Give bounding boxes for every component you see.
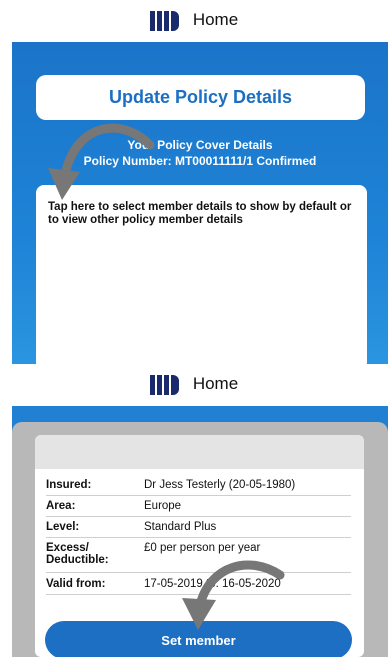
table-row: Insured: Dr Jess Testerly (20-05-1980) — [46, 479, 351, 496]
row-value: Dr Jess Testerly (20-05-1980) — [144, 479, 296, 491]
row-label: Area: — [46, 500, 76, 512]
curved-arrow-icon-2 — [182, 560, 285, 630]
mp-logo-icon — [149, 9, 181, 31]
table-row: Area: Europe — [46, 500, 351, 517]
home-label-2[interactable]: Home — [193, 374, 238, 394]
top-bar: Home — [0, 0, 388, 40]
row-label: Excess/ Deductible: — [46, 542, 109, 566]
table-row: Level: Standard Plus — [46, 521, 351, 538]
card-header — [35, 435, 364, 469]
member-details-box[interactable]: Tap here to select member details to sho… — [36, 185, 367, 364]
curved-arrow-icon — [48, 123, 155, 200]
row-value: Standard Plus — [144, 521, 217, 533]
update-policy-button[interactable]: Update Policy Details — [36, 75, 365, 120]
row-value: £0 per person per year — [144, 542, 261, 554]
row-value: Europe — [144, 500, 182, 512]
row-label: Valid from: — [46, 578, 106, 590]
row-label: Insured: — [46, 479, 92, 491]
home-label[interactable]: Home — [193, 10, 238, 30]
top-bar-2: Home — [0, 364, 388, 404]
mp-logo-icon-2 — [149, 373, 181, 395]
row-label: Level: — [46, 521, 80, 533]
